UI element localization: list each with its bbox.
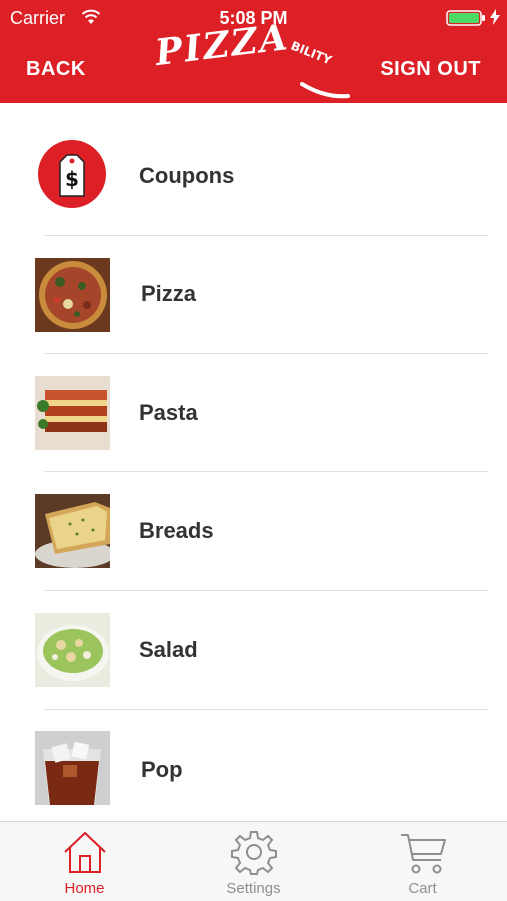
battery-icon	[446, 10, 485, 26]
cart-icon	[401, 834, 446, 874]
menu-item-salad[interactable]: Salad	[0, 577, 507, 695]
pizzability-logo: PIZZA BILITY	[150, 16, 360, 106]
tab-cart[interactable]: Cart	[338, 822, 507, 901]
tab-label: Home	[64, 880, 105, 897]
tab-home[interactable]: Home	[0, 822, 169, 901]
tab-label: Cart	[408, 880, 437, 897]
pasta-image	[35, 376, 110, 450]
back-button[interactable]: BACK	[26, 58, 86, 81]
pop-image	[35, 731, 110, 805]
menu-item-label: Pop	[141, 757, 183, 782]
menu-item-breads[interactable]: Breads	[0, 458, 507, 576]
menu-item-label: Pizza	[141, 281, 197, 306]
app-header: Carrier 5:08 PM BACK PIZZA BILITY SIGN O…	[0, 0, 507, 103]
menu-item-pop[interactable]: Pop	[0, 695, 507, 813]
tab-settings[interactable]: Settings	[169, 822, 338, 901]
menu-item-pasta[interactable]: Pasta	[0, 340, 507, 458]
bread-image	[35, 494, 110, 568]
menu-item-pizza[interactable]: Pizza	[0, 222, 507, 340]
tab-label: Settings	[226, 880, 281, 897]
menu-item-label: Coupons	[139, 163, 235, 188]
charging-icon	[490, 9, 500, 25]
pizza-image	[35, 258, 110, 332]
home-icon	[64, 832, 106, 873]
coupon-tag-icon: $	[38, 140, 106, 208]
menu-item-coupons[interactable]: $ Coupons	[0, 104, 507, 222]
gear-icon	[231, 831, 277, 875]
logo-suffix: BILITY	[288, 38, 334, 68]
menu-item-label: Pasta	[139, 400, 198, 425]
tab-bar: Home Settings Cart	[0, 821, 507, 901]
svg-text:$: $	[65, 167, 79, 191]
menu-item-label: Salad	[139, 637, 198, 662]
logo-swoosh	[300, 82, 350, 99]
sign-out-button[interactable]: SIGN OUT	[380, 58, 481, 81]
salad-image	[35, 613, 110, 687]
menu-item-label: Breads	[139, 518, 214, 543]
